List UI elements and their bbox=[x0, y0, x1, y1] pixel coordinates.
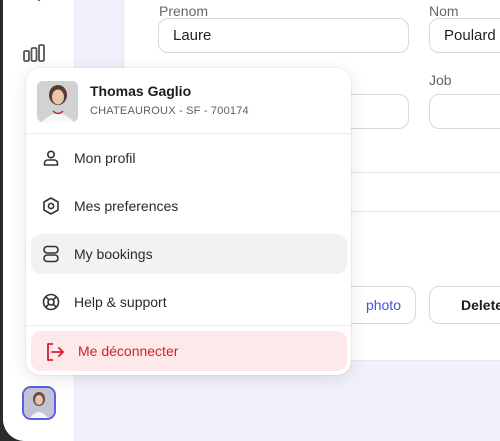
delete-button[interactable]: Delete bbox=[429, 286, 500, 324]
menu-item-label: My bookings bbox=[74, 246, 153, 262]
menu-item-mes-preferences[interactable]: Mes preferences bbox=[31, 186, 347, 226]
user-menu: Thomas Gaglio CHATEAUROUX - SF - 700174 … bbox=[26, 68, 351, 375]
logout-label: Me déconnecter bbox=[78, 343, 179, 359]
lifebuoy-icon bbox=[42, 293, 60, 311]
avatar-icon bbox=[24, 388, 54, 418]
user-subtitle: CHATEAUROUX - SF - 700174 bbox=[90, 105, 249, 117]
job-label: Job bbox=[429, 72, 452, 88]
nom-label: Nom bbox=[429, 3, 459, 19]
change-photo-label: photo bbox=[365, 297, 401, 313]
menu-item-label: Help & support bbox=[74, 294, 167, 310]
menu-item-label: Mon profil bbox=[74, 150, 136, 166]
user-icon bbox=[43, 150, 59, 166]
logout-icon bbox=[47, 343, 64, 361]
prenom-input[interactable]: Laure bbox=[158, 18, 409, 53]
chevron-icon[interactable] bbox=[27, 0, 51, 6]
prenom-label: Prenom bbox=[159, 3, 209, 19]
logout-button[interactable]: Me déconnecter bbox=[31, 331, 347, 371]
job-input[interactable] bbox=[429, 94, 500, 129]
nom-input[interactable]: Poulard bbox=[429, 18, 500, 53]
user-menu-header: Thomas Gaglio CHATEAUROUX - SF - 700174 bbox=[26, 68, 351, 134]
sidebar-avatar[interactable] bbox=[22, 386, 56, 420]
delete-label: Delete bbox=[461, 297, 500, 313]
database-icon bbox=[43, 245, 59, 263]
bar-chart-icon[interactable] bbox=[22, 41, 46, 65]
avatar-icon bbox=[37, 81, 78, 122]
form-divider bbox=[344, 172, 500, 173]
settings-hexagon-icon bbox=[43, 197, 59, 215]
avatar bbox=[37, 81, 78, 122]
menu-item-help-support[interactable]: Help & support bbox=[31, 282, 347, 322]
form-divider bbox=[344, 211, 500, 212]
menu-divider bbox=[26, 325, 351, 326]
user-name: Thomas Gaglio bbox=[90, 83, 192, 99]
menu-item-label: Mes preferences bbox=[74, 198, 179, 214]
menu-item-my-bookings[interactable]: My bookings bbox=[31, 234, 347, 274]
app-window: Prenom Laure Nom Poulard Job photo Delet… bbox=[3, 0, 500, 441]
menu-item-mon-profil[interactable]: Mon profil bbox=[31, 138, 347, 178]
